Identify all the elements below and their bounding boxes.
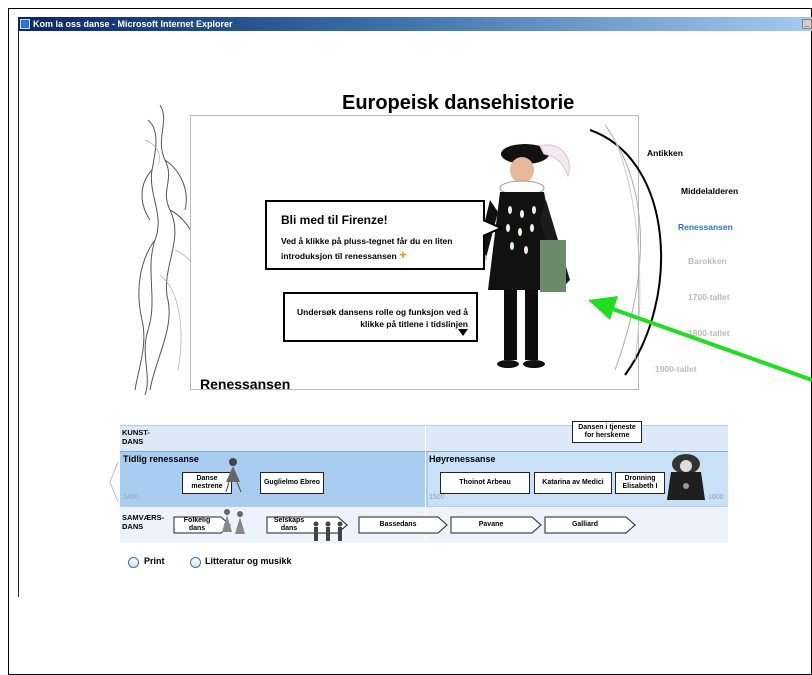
- arrow-label-folkelig: Folkelig dans: [183, 517, 211, 532]
- green-arrow-annotation: [588, 296, 812, 382]
- year-1600: 1600: [708, 494, 724, 501]
- era-link-renessansen[interactable]: Renessansen: [678, 222, 733, 232]
- intro-speech-bubble: Bli med til Firenze! Ved å klikke på plu…: [265, 200, 485, 270]
- box-dronning-elisabeth[interactable]: Dronning Elisabeth I: [615, 472, 665, 494]
- box-guglielmo-ebreo[interactable]: Guglielmo Ebreo: [260, 472, 324, 494]
- print-label[interactable]: Print: [144, 556, 165, 566]
- year-1400: 1400: [123, 494, 139, 501]
- down-triangle-icon: [458, 329, 468, 336]
- arrow-label-bassedans: Bassedans: [379, 521, 417, 528]
- arrow-label-galliard: Galliard: [571, 521, 599, 528]
- window-left-border: [18, 31, 19, 597]
- label-samvaersdans: SAMVÆRS- DANS: [122, 513, 165, 531]
- window-title: Kom la oss danse - Microsoft Internet Ex…: [33, 19, 233, 29]
- ie-icon: [20, 19, 30, 29]
- page-title: Europeisk dansehistorie: [342, 92, 575, 114]
- literature-radio[interactable]: [190, 557, 201, 568]
- window-titlebar: Kom la oss danse - Microsoft Internet Ex…: [18, 17, 812, 31]
- box-katarina-av-medici[interactable]: Katarina av Medici: [534, 472, 612, 494]
- timeline: KUNST- DANS Tidlig renessanse Høyrenessa…: [120, 420, 728, 543]
- era-link-middelalderen[interactable]: Middelalderen: [681, 186, 738, 196]
- literature-label[interactable]: Litteratur og musikk: [205, 556, 292, 566]
- section-title: Renessansen: [200, 376, 291, 392]
- arrow-pavane[interactable]: Pavane: [450, 516, 542, 534]
- renaissance-man-figure: [477, 144, 570, 368]
- intro-title: Bli med til Firenze!: [281, 213, 388, 227]
- arrow-label-selskaps: Selskaps dans: [273, 517, 305, 532]
- intro-text: Ved å klikke på pluss-tegnet får du en l…: [281, 236, 453, 262]
- dancer-figure-icon: [225, 458, 242, 493]
- box-dansen-i-tjeneste[interactable]: Dansen i tjeneste for herskerne: [572, 421, 642, 443]
- arrow-galliard[interactable]: Galliard: [544, 516, 636, 534]
- plus-icon[interactable]: +: [399, 247, 407, 262]
- hint-text: Undersøk dansens rolle og funksjon ved å…: [297, 307, 468, 329]
- era-link-barokken[interactable]: Barokken: [688, 256, 727, 266]
- era-link-antikken[interactable]: Antikken: [647, 148, 683, 158]
- folk-dancers-icon: [222, 509, 245, 534]
- hint-speech-bubble: Undersøk dansens rolle og funksjon ved å…: [283, 292, 478, 342]
- court-dancers-icon: [313, 521, 343, 541]
- year-1500: 1500: [429, 494, 445, 501]
- label-high-renaissance[interactable]: Høyrenessanse: [429, 454, 496, 464]
- arrow-label-pavane: Pavane: [478, 521, 504, 528]
- label-kunstdans: KUNST- DANS: [122, 428, 150, 446]
- bubble-tail: [483, 219, 503, 237]
- arrow-bassedans[interactable]: Bassedans: [358, 516, 448, 534]
- label-early-renaissance[interactable]: Tidlig renessanse: [123, 454, 199, 464]
- queen-elizabeth-portrait: [667, 454, 705, 500]
- minimize-button[interactable]: _: [802, 19, 812, 29]
- timeline-left-scroll-arrow[interactable]: [108, 462, 120, 502]
- print-radio[interactable]: [128, 557, 139, 568]
- box-thoinot-arbeau[interactable]: Thoinot Arbeau: [440, 472, 530, 494]
